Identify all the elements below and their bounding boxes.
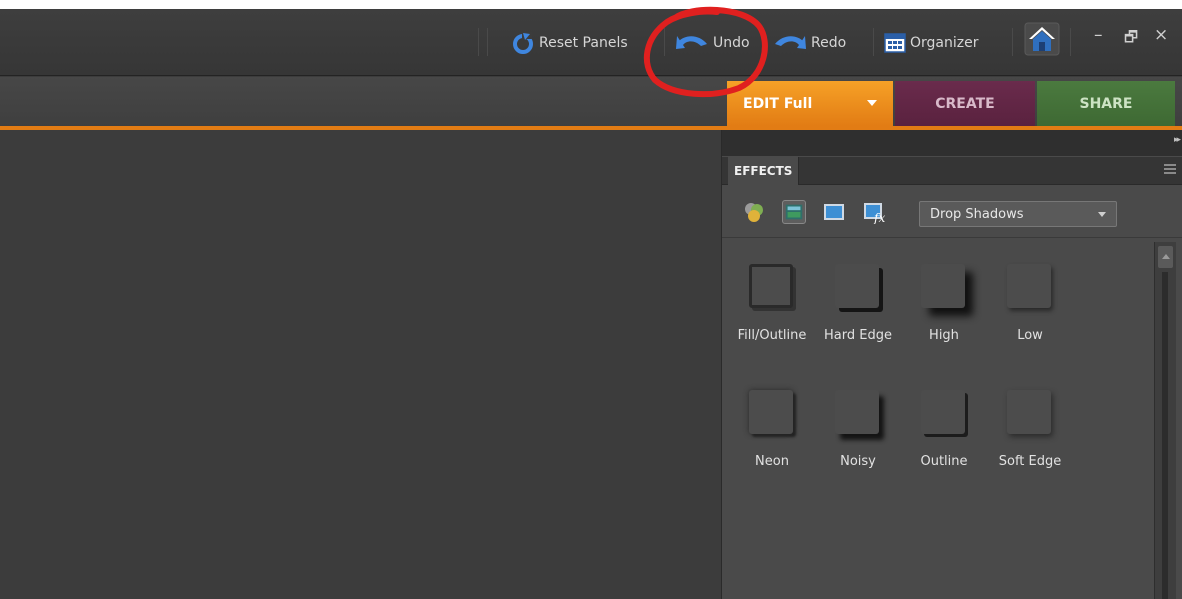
effect-thumb-low[interactable]: Low (987, 240, 1073, 358)
annotation-circle (644, 6, 768, 98)
layer-styles-icon[interactable] (782, 200, 806, 224)
effect-thumb-neon[interactable]: Neon (729, 366, 815, 484)
tab-effects[interactable]: EFFECTS (728, 157, 799, 185)
tab-create[interactable]: CREATE (895, 81, 1035, 126)
chevron-down-icon (1098, 212, 1106, 217)
effect-thumb-outline[interactable]: Outline (901, 366, 987, 484)
effects-panel: ▸▸ EFFECTS fx Drop Shadows Fill/Outline … (721, 130, 1182, 599)
effect-preview (1007, 264, 1051, 308)
toolbar-separator (487, 28, 488, 56)
restore-button[interactable]: 🗗 (1124, 27, 1138, 52)
redo-button[interactable]: Redo (773, 29, 846, 57)
organizer-button[interactable]: Organizer (884, 29, 978, 57)
effect-preview (921, 264, 965, 308)
scroll-up-button[interactable] (1158, 246, 1173, 268)
effect-preview (835, 390, 879, 434)
toolbar-separator (478, 28, 479, 56)
effect-thumb-noisy[interactable]: Noisy (815, 366, 901, 484)
svg-text:fx: fx (873, 211, 885, 224)
effect-thumb-high[interactable]: High (901, 240, 987, 358)
effect-label: Outline (920, 454, 968, 469)
tab-effects-label: EFFECTS (734, 164, 793, 178)
photo-effects-icon[interactable] (822, 200, 846, 224)
photo-canvas[interactable] (0, 130, 720, 599)
effect-preview (835, 264, 879, 308)
minimize-button[interactable]: – (1094, 25, 1103, 45)
app-window: Reset Panels Undo Redo Organizer – 🗗 × E… (0, 9, 1182, 599)
home-button[interactable] (1024, 22, 1060, 56)
thumbnail-scrollbar[interactable] (1154, 242, 1176, 599)
collapse-panel-icon[interactable]: ▸▸ (1174, 135, 1181, 145)
scroll-track[interactable] (1162, 272, 1168, 599)
effect-thumb-fill-outline[interactable]: Fill/Outline (729, 240, 815, 358)
all-effects-icon[interactable]: fx (862, 200, 886, 224)
effect-label: Soft Edge (998, 454, 1062, 469)
organizer-grid-icon (884, 33, 906, 53)
redo-label: Redo (811, 35, 847, 51)
filters-icon[interactable] (742, 200, 766, 224)
dropdown-value: Drop Shadows (930, 206, 1024, 222)
panel-header-strip: ▸▸ (722, 130, 1182, 156)
effect-label: Neon (755, 454, 789, 469)
close-button[interactable]: × (1154, 25, 1168, 45)
tab-create-label: CREATE (935, 95, 995, 112)
toolbar-separator (1070, 28, 1071, 56)
reset-panels-label: Reset Panels (539, 35, 628, 51)
effect-label: Noisy (840, 454, 876, 469)
effects-thumbnail-grid: Fill/Outline Hard Edge High Low Neon Noi… (722, 240, 1152, 599)
effect-preview (1007, 390, 1051, 434)
effect-label: Low (1017, 328, 1043, 343)
toolbar-separator (873, 28, 874, 56)
effect-label: High (929, 328, 959, 343)
chevron-down-icon[interactable] (867, 100, 877, 106)
redo-icon (775, 36, 806, 49)
effect-preview (749, 390, 793, 434)
effects-category-row: fx Drop Shadows (722, 186, 1182, 238)
effect-thumb-soft-edge[interactable]: Soft Edge (987, 366, 1073, 484)
organizer-label: Organizer (910, 35, 979, 51)
toolbar-separator (1012, 28, 1013, 56)
reset-icon (513, 32, 533, 54)
top-toolbar: Reset Panels Undo Redo Organizer – 🗗 × (0, 9, 1182, 76)
tab-share[interactable]: SHARE (1037, 81, 1175, 126)
effect-thumb-hard-edge[interactable]: Hard Edge (815, 240, 901, 358)
tab-share-label: SHARE (1079, 95, 1133, 112)
effects-category-dropdown[interactable]: Drop Shadows (919, 201, 1117, 227)
effect-preview (749, 264, 793, 308)
effect-preview (921, 390, 965, 434)
reset-panels-button[interactable]: Reset Panels (511, 29, 628, 57)
effect-label: Fill/Outline (737, 328, 807, 343)
home-icon (1024, 22, 1060, 56)
effect-label: Hard Edge (824, 328, 892, 343)
panel-menu-icon[interactable] (1164, 164, 1176, 176)
